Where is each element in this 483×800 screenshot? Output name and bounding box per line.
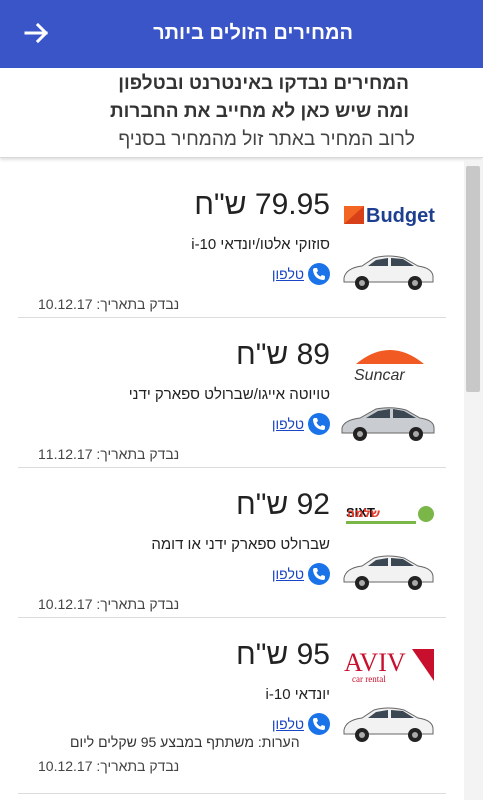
offer-card-suncar[interactable]: Suncar 89 ש"ח טויוטה אייגו/שברולט ספארק … bbox=[18, 318, 446, 468]
checked-date: נבדק בתאריך: 10.12.17 bbox=[38, 296, 180, 312]
car-image bbox=[341, 407, 435, 441]
offer-card-budget[interactable]: Budget 79.95 ש"ח סוזוקי אלטו/יונדאי i-10… bbox=[18, 168, 446, 318]
phone-icon[interactable] bbox=[308, 263, 330, 285]
price: 92 ש"ח bbox=[235, 488, 330, 521]
car-image bbox=[343, 255, 434, 290]
shlomo-sixt-logo: SIXT שלמה bbox=[342, 492, 438, 538]
svg-text:שלמה: שלמה bbox=[347, 506, 380, 520]
phone-icon[interactable] bbox=[308, 413, 330, 435]
offer-note: הערות: משתתף במבצע 95 שקלים ליום bbox=[70, 734, 300, 750]
phone-link[interactable]: טלפון bbox=[272, 562, 330, 586]
disclaimer-line-1: המחירים נבדקו באינטרנט ובטלפון bbox=[118, 73, 409, 94]
suncar-logo: Suncar bbox=[342, 342, 438, 388]
car-image bbox=[343, 555, 434, 590]
budget-logo: Budget bbox=[342, 192, 438, 238]
car-model: סוזוקי אלטו/יונדאי i-10 bbox=[191, 236, 330, 253]
phone-link[interactable]: טלפון bbox=[272, 262, 330, 286]
phone-icon[interactable] bbox=[308, 563, 330, 585]
car-model: שברולט ספארק ידני או דומה bbox=[151, 536, 330, 553]
scrollbar-thumb[interactable] bbox=[466, 166, 480, 392]
phone-link[interactable]: טלפון bbox=[272, 412, 330, 436]
svg-text:Budget: Budget bbox=[366, 205, 435, 227]
phone-label[interactable]: טלפון bbox=[272, 416, 304, 432]
price: 79.95 ש"ח bbox=[194, 188, 330, 221]
arrow-right-icon[interactable] bbox=[22, 18, 52, 48]
aviv-logo: AVIV car rental bbox=[342, 642, 438, 688]
car-model: טויוטה אייגו/שברולט ספארק ידני bbox=[128, 386, 330, 403]
car-model: יונדאי i-10 bbox=[265, 686, 330, 703]
offer-card-aviv[interactable]: AVIV car rental 95 ש"ח יונדאי i-10 טלפון… bbox=[18, 618, 446, 794]
phone-icon[interactable] bbox=[308, 713, 330, 735]
car-image bbox=[343, 707, 434, 742]
top-app-bar: המחירים הזולים ביותר bbox=[0, 0, 483, 68]
svg-text:Suncar: Suncar bbox=[354, 367, 405, 384]
price: 89 ש"ח bbox=[235, 338, 330, 371]
checked-date: נבדק בתאריך: 11.12.17 bbox=[38, 446, 180, 462]
phone-label[interactable]: טלפון bbox=[272, 266, 304, 282]
disclaimer-line-3: לרוב המחיר באתר זול מהמחיר בסניף bbox=[118, 129, 415, 150]
disclaimer-line-2: ומה שיש כאן לא מחייב את החברות bbox=[110, 101, 409, 122]
checked-date: נבדק בתאריך: 10.12.17 bbox=[38, 758, 180, 774]
page-title: המחירים הזולים ביותר bbox=[153, 22, 353, 44]
offer-card-shlomo-sixt[interactable]: SIXT שלמה 92 ש"ח שברולט ספארק ידני או דו… bbox=[18, 468, 446, 618]
phone-label[interactable]: טלפון bbox=[272, 716, 304, 732]
phone-label[interactable]: טלפון bbox=[272, 566, 304, 582]
disclaimer-panel: המחירים נבדקו באינטרנט ובטלפון ומה שיש כ… bbox=[0, 68, 483, 158]
svg-text:car rental: car rental bbox=[352, 674, 386, 684]
checked-date: נבדק בתאריך: 10.12.17 bbox=[38, 596, 180, 612]
svg-text:AVIV: AVIV bbox=[344, 648, 406, 677]
offers-list[interactable]: Budget 79.95 ש"ח סוזוקי אלטו/יונדאי i-10… bbox=[0, 160, 483, 800]
price: 95 ש"ח bbox=[235, 638, 330, 671]
phone-link[interactable]: טלפון bbox=[272, 712, 330, 736]
